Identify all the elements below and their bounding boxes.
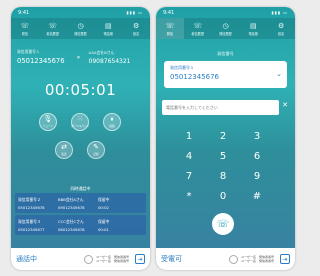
- nav-outgoing-history[interactable]: ◷ 発信履歴: [212, 18, 240, 39]
- nav-outgoing-history[interactable]: ◷ 発信履歴: [67, 18, 95, 39]
- nav-incoming-history[interactable]: ☏ 着信履歴: [39, 18, 67, 39]
- bottom-bar: 受電可 ユーザー名 発信者番号 ユーザー名 発信者番号 ⇥: [156, 248, 295, 270]
- call-row[interactable]: 発信用番号３ 05012345677 CCC会社Cさん 08012345678 保留…: [15, 215, 146, 235]
- caller-right: AAA会社Bさん 09087654321: [88, 49, 131, 65]
- history-icon: ☏: [193, 21, 203, 30]
- clear-icon[interactable]: ✕: [280, 101, 290, 114]
- nav-phonebook[interactable]: ▤ 電話帳: [94, 18, 122, 39]
- caller-left: 発信用番号１ 05012345676: [17, 49, 65, 65]
- key-8[interactable]: 8: [212, 171, 234, 186]
- call-row[interactable]: 発信用番号２ 05012345678 BBB会社Aさん 09012345678 保留…: [15, 193, 146, 213]
- record-button[interactable]: ✎ 記録: [87, 141, 105, 159]
- key-2[interactable]: 2: [212, 131, 234, 146]
- call-parties: 発信用番号１ 05012345676 » AAA会社Bさん 0908765432…: [17, 47, 144, 67]
- in-call-screen: 9:41 ▮▮▮ ▭ ☏ 発信 ☏ 着信履歴 ◷ 発信履歴 ▤ 電話帳 ⚙ 設定 発信用番…: [11, 7, 150, 270]
- top-nav: ☏ 発信 ☏ 着信履歴 ◷ 発信履歴 ▤ 電話帳 ⚙ 設定: [156, 18, 295, 39]
- exit-button[interactable]: ⇥: [135, 254, 145, 264]
- key-0[interactable]: 0: [212, 191, 234, 206]
- call-status: 受電可: [161, 255, 182, 263]
- double-arrow-icon: »: [76, 53, 81, 61]
- book-icon: ▤: [249, 21, 257, 30]
- phone-icon: ☏: [216, 218, 230, 230]
- call-button[interactable]: ☏: [212, 213, 234, 235]
- nav-dial[interactable]: ☏ 発信: [11, 18, 39, 39]
- record-icon: ✎: [93, 143, 99, 151]
- nav-settings[interactable]: ⚙ 設定: [122, 18, 150, 39]
- status-time: 9:41: [18, 9, 30, 16]
- key-5[interactable]: 5: [212, 151, 234, 166]
- mute-button[interactable]: 🎙︎ ミュート: [39, 113, 57, 131]
- line-selector[interactable]: 発信用番号１ 05012345676 ⌄: [164, 61, 287, 88]
- user-info: ユーザー名 発信者番号 ユーザー名 発信者番号: [241, 255, 274, 263]
- book-icon: ▤: [104, 21, 112, 30]
- key-4[interactable]: 4: [178, 151, 200, 166]
- key-9[interactable]: 9: [246, 171, 268, 186]
- key-1[interactable]: 1: [178, 131, 200, 146]
- nav-dial[interactable]: ☏ 発信: [156, 18, 184, 39]
- dial-screen: 9:41 ▮▮▮ ▭ ☏ 発信 ☏ 着信履歴 ◷ 発信履歴 ▤ 電話帳 ⚙ 設定 発信番号…: [156, 7, 295, 270]
- signal-battery-icon: ▮▮▮ ▭: [271, 10, 288, 15]
- top-nav: ☏ 発信 ☏ 着信履歴 ◷ 発信履歴 ▤ 電話帳 ⚙ 設定: [11, 18, 150, 39]
- phone-icon: ☏: [20, 21, 30, 30]
- status-bar: 9:41 ▮▮▮ ▭: [11, 7, 150, 18]
- call-timer: 00:05:01: [44, 81, 117, 99]
- clock-icon: ◷: [77, 21, 84, 30]
- hold-button[interactable]: ⏸ 保留: [103, 113, 121, 131]
- concurrent-calls-list: 発信用番号２ 05012345678 BBB会社Aさん 09012345678 保留…: [15, 193, 146, 237]
- key-star[interactable]: *: [178, 191, 200, 206]
- dialpad-button[interactable]: ⁙ ダイヤルパッド: [71, 113, 89, 131]
- key-7[interactable]: 7: [178, 171, 200, 186]
- history-icon: ☏: [48, 21, 58, 30]
- exit-button[interactable]: ⇥: [280, 254, 290, 264]
- exit-icon: ⇥: [282, 255, 288, 263]
- signal-battery-icon: ▮▮▮ ▭: [126, 10, 143, 15]
- exit-icon: ⇥: [137, 255, 143, 263]
- avatar: [84, 254, 94, 264]
- key-3[interactable]: 3: [246, 131, 268, 146]
- avatar: [229, 254, 239, 264]
- gear-icon: ⚙: [132, 21, 140, 30]
- bottom-bar: 通話中 ユーザー名 発信者番号 ユーザー名 発信者番号 ⇥: [11, 248, 150, 270]
- dial-title: 発信番号: [217, 51, 234, 56]
- status-bar: 9:41 ▮▮▮ ▭: [156, 7, 295, 18]
- mute-icon: 🎙︎: [43, 115, 53, 123]
- nav-settings[interactable]: ⚙ 設定: [267, 18, 295, 39]
- chevron-down-icon: ⌄: [276, 70, 282, 78]
- concurrent-calls-title: 同時通話中: [70, 186, 91, 191]
- transfer-button[interactable]: ⇄ 転送: [55, 141, 73, 159]
- clock-icon: ◷: [222, 21, 229, 30]
- phone-icon: ☏: [165, 21, 175, 30]
- gear-icon: ⚙: [277, 21, 285, 30]
- nav-incoming-history[interactable]: ☏ 着信履歴: [184, 18, 212, 39]
- key-hash[interactable]: #: [246, 191, 268, 206]
- nav-phonebook[interactable]: ▤ 電話帳: [239, 18, 267, 39]
- call-status: 通話中: [16, 255, 37, 263]
- status-time: 9:41: [163, 9, 175, 16]
- transfer-icon: ⇄: [61, 143, 67, 151]
- key-6[interactable]: 6: [246, 151, 268, 166]
- hold-icon: ⏸: [110, 115, 114, 123]
- user-info: ユーザー名 発信者番号 ユーザー名 発信者番号: [96, 255, 129, 263]
- keypad-icon: ⁙: [77, 115, 83, 123]
- phone-number-input[interactable]: 電話番号を入力してください: [162, 100, 279, 115]
